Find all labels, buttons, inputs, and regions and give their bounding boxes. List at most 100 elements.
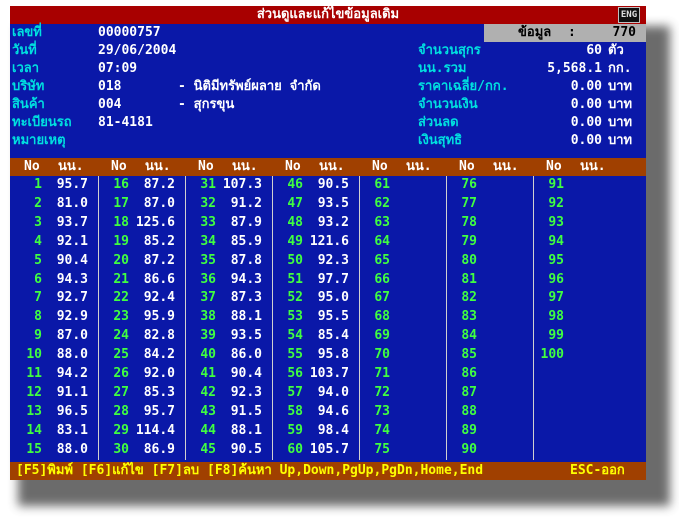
table-cell-weight[interactable]: 91.2	[214, 195, 262, 213]
table-cell-weight[interactable]: 88.0	[40, 346, 88, 364]
table-cell-weight[interactable]: 90.5	[214, 441, 262, 459]
amount-value: 0.00	[570, 97, 602, 112]
table-cell-weight[interactable]: 90.4	[214, 365, 262, 383]
table-cell-weight[interactable]: 98.4	[301, 422, 349, 440]
table-cell-weight[interactable]: 95.9	[127, 308, 175, 326]
table-cell-weight[interactable]: 92.4	[127, 289, 175, 307]
function-keys-help[interactable]: [F5]พิมพ์ [F6]แก้ไข [F7]ลบ [F8]ค้นหา Up,…	[16, 462, 483, 480]
table-cell-weight[interactable]: 82.8	[127, 327, 175, 345]
table-cell-weight[interactable]: 86.6	[127, 271, 175, 289]
table-cell-no: 61	[374, 177, 390, 192]
table-cell-weight[interactable]: 85.3	[127, 384, 175, 402]
table-cell-no: 90	[461, 441, 477, 457]
table-cell-no: 47	[287, 195, 303, 211]
table-cell-weight[interactable]: 85.2	[127, 233, 175, 251]
weight-table[interactable]: 1 95.7 2 81.0 3 93.7 4 92.1 5 90.4 6 94.3 7 92.7 8 92.9…	[10, 176, 646, 460]
table-cell-weight[interactable]: 88.0	[40, 441, 88, 459]
table-cell-weight[interactable]: 90.5	[301, 176, 349, 194]
table-cell-weight[interactable]: 103.7	[301, 365, 349, 383]
table-cell-weight[interactable]: 125.6	[127, 214, 175, 232]
table-cell-weight[interactable]: 94.3	[40, 271, 88, 289]
table-cell-no: 32	[200, 195, 216, 211]
table-cell-weight[interactable]: 87.0	[40, 327, 88, 345]
table-cell-no: 9	[34, 328, 42, 344]
table-cell-weight[interactable]: 96.5	[40, 403, 88, 421]
table-cell-weight[interactable]: 86.0	[214, 346, 262, 364]
table-cell-weight[interactable]: 87.2	[127, 176, 175, 194]
table-cell-no: 7	[34, 290, 42, 306]
product-name: - สุกรขุน	[178, 97, 235, 112]
table-cell-weight[interactable]: 87.3	[214, 289, 262, 307]
table-cell-weight[interactable]: 92.7	[40, 289, 88, 307]
table-cell-weight[interactable]: 84.2	[127, 346, 175, 364]
table-cell-no: 45	[200, 441, 216, 457]
table-cell-weight[interactable]: 114.4	[127, 422, 175, 440]
table-cell-weight[interactable]: 92.9	[40, 308, 88, 326]
column-header-weight: นน.	[406, 159, 432, 174]
table-cell-weight[interactable]: 87.0	[127, 195, 175, 213]
table-cell-weight[interactable]: 92.0	[127, 365, 175, 383]
column-header-weight: นน.	[319, 159, 345, 174]
column-divider	[533, 176, 534, 460]
table-cell-weight[interactable]: 94.3	[214, 271, 262, 289]
table-cell-weight[interactable]: 95.7	[40, 176, 88, 194]
table-cell-weight[interactable]: 85.9	[214, 233, 262, 251]
table-cell-no: 82	[461, 290, 477, 306]
table-cell-weight[interactable]: 93.2	[301, 214, 349, 232]
table-cell-weight[interactable]: 95.5	[301, 308, 349, 326]
table-cell-weight[interactable]: 91.5	[214, 403, 262, 421]
table-cell-weight[interactable]: 88.1	[214, 308, 262, 326]
table-cell-no: 48	[287, 214, 303, 230]
table-cell-weight[interactable]: 121.6	[301, 233, 349, 251]
net-amount-unit: บาท	[608, 133, 633, 148]
table-cell-no: 66	[374, 271, 390, 287]
table-cell-no: 57	[287, 384, 303, 400]
title-bar: ส่วนดูและแก้ไขข้อมูลเดิม ENG	[10, 6, 646, 24]
column-divider	[359, 176, 360, 460]
table-cell-weight[interactable]: 93.7	[40, 214, 88, 232]
table-cell-weight[interactable]: 85.4	[301, 327, 349, 345]
table-cell-weight[interactable]: 90.4	[40, 252, 88, 270]
table-cell-weight[interactable]: 93.5	[214, 327, 262, 345]
net-amount-value: 0.00	[570, 133, 602, 148]
table-cell-weight[interactable]: 93.5	[301, 195, 349, 213]
table-cell-no: 37	[200, 290, 216, 306]
table-cell-weight[interactable]: 88.1	[214, 422, 262, 440]
column-divider	[185, 176, 186, 460]
company-code: 018	[98, 79, 122, 94]
table-cell-weight[interactable]: 97.7	[301, 271, 349, 289]
table-cell-no: 73	[374, 403, 390, 419]
table-cell-weight[interactable]: 87.9	[214, 214, 262, 232]
table-cell-weight[interactable]: 92.1	[40, 233, 88, 251]
table-cell-weight[interactable]: 87.2	[127, 252, 175, 270]
esc-exit-hint[interactable]: ESC-ออก	[570, 462, 625, 480]
table-cell-weight[interactable]: 94.2	[40, 365, 88, 383]
record-count-box: ข้อมูล : 770	[484, 24, 646, 42]
table-cell-weight[interactable]: 83.1	[40, 422, 88, 440]
table-cell-weight[interactable]: 87.8	[214, 252, 262, 270]
table-cell-no: 89	[461, 422, 477, 438]
table-cell-weight[interactable]: 92.3	[214, 384, 262, 402]
table-cell-weight[interactable]: 95.0	[301, 289, 349, 307]
table-cell-weight[interactable]: 95.7	[127, 403, 175, 421]
table-cell-no: 93	[548, 214, 564, 230]
table-cell-no: 43	[200, 403, 216, 419]
table-cell-weight[interactable]: 107.3	[214, 176, 262, 194]
column-header-no: No	[198, 159, 214, 174]
table-cell-weight[interactable]: 92.3	[301, 252, 349, 270]
record-separator: :	[568, 25, 576, 40]
table-cell-weight[interactable]: 91.1	[40, 384, 88, 402]
table-cell-weight[interactable]: 94.0	[301, 384, 349, 402]
table-cell-weight[interactable]: 94.6	[301, 403, 349, 421]
table-cell-no: 24	[113, 328, 129, 344]
table-cell-no: 3	[34, 214, 42, 230]
table-cell-weight[interactable]: 105.7	[301, 441, 349, 459]
table-cell-weight[interactable]: 81.0	[40, 195, 88, 213]
total-weight-value: 5,568.1	[547, 61, 602, 76]
table-cell-no: 63	[374, 214, 390, 230]
table-cell-no: 44	[200, 422, 216, 438]
table-cell-weight[interactable]: 86.9	[127, 441, 175, 459]
company-label: บริษัท	[12, 79, 45, 94]
table-cell-weight[interactable]: 95.8	[301, 346, 349, 364]
table-cell-no: 96	[548, 271, 564, 287]
